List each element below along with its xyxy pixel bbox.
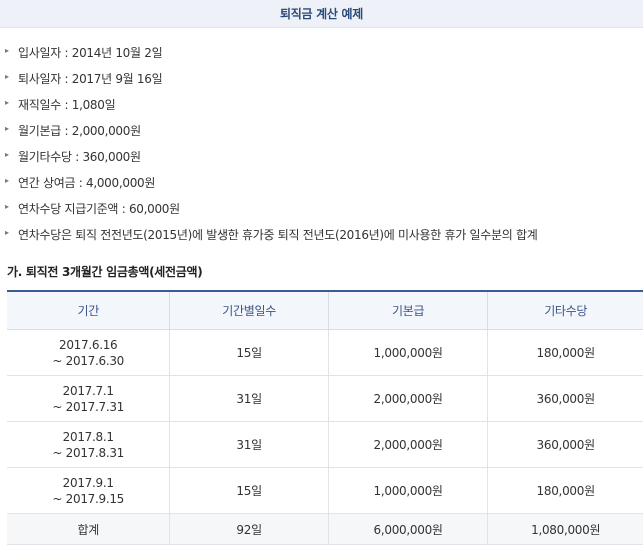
- info-item-monthly-extra: 월기타수당 : 360,000원: [4, 144, 643, 170]
- example-title-bar: 퇴직금 계산 예제: [0, 0, 643, 28]
- cell-period: 2017.9.1 ~ 2017.9.15: [7, 467, 171, 514]
- cell-base-pay: 2,000,000원: [327, 375, 489, 422]
- bullet-icon: [5, 75, 10, 80]
- info-item-leave-pay-note: 연차수당은 퇴직 전전년도(2015년)에 발생한 휴가중 퇴직 전년도(201…: [4, 222, 643, 248]
- bullet-icon: [5, 179, 10, 184]
- info-item-annual-bonus: 연간 상여금 : 4,000,000원: [4, 170, 643, 196]
- section-title: 가. 퇴직전 3개월간 임금총액(세전금액): [7, 265, 203, 279]
- info-item-monthly-base: 월기본급 : 2,000,000원: [4, 118, 643, 144]
- table-row: 2017.8.1 ~ 2017.8.31 31일 2,000,000원 360,0…: [7, 421, 643, 468]
- cell-days: 31일: [169, 421, 329, 468]
- table-row: 2017.7.1 ~ 2017.7.31 31일 2,000,000원 360,0…: [7, 375, 643, 422]
- cell-days: 15일: [169, 329, 329, 376]
- table-total-row: 합계 92일 6,000,000원 1,080,000원: [7, 513, 643, 545]
- info-item-hire-date: 입사일자 : 2014년 10월 2일: [4, 40, 643, 66]
- cell-period: 2017.7.1 ~ 2017.7.31: [7, 375, 171, 422]
- cell-extra-pay: 180,000원: [487, 467, 643, 514]
- cell-total-label: 합계: [7, 513, 171, 545]
- table-row: 2017.9.1 ~ 2017.9.15 15일 1,000,000원 180,0…: [7, 467, 643, 514]
- bullet-icon: [5, 101, 10, 106]
- header-period: 기간: [7, 291, 171, 330]
- cell-total-base-pay: 6,000,000원: [327, 513, 489, 545]
- cell-extra-pay: 360,000원: [487, 421, 643, 468]
- bullet-icon: [5, 49, 10, 54]
- cell-total-days: 92일: [169, 513, 329, 545]
- cell-days: 31일: [169, 375, 329, 422]
- wage-table: 기간 기간별일수 기본급 기타수당 2017.6.16 ~ 2017.6.30 1…: [7, 290, 643, 545]
- bullet-icon: [5, 231, 10, 236]
- cell-period: 2017.8.1 ~ 2017.8.31: [7, 421, 171, 468]
- cell-days: 15일: [169, 467, 329, 514]
- bullet-icon: [5, 153, 10, 158]
- page-title: 퇴직금 계산 예제: [280, 7, 363, 21]
- info-item-leave-pay-base: 연차수당 지급기준액 : 60,000원: [4, 196, 643, 222]
- info-list: 입사일자 : 2014년 10월 2일 퇴사일자 : 2017년 9월 16일 …: [0, 28, 643, 248]
- header-extra-pay: 기타수당: [487, 291, 643, 330]
- cell-extra-pay: 360,000원: [487, 375, 643, 422]
- bullet-icon: [5, 127, 10, 132]
- cell-period: 2017.6.16 ~ 2017.6.30: [7, 329, 171, 376]
- table-row: 2017.6.16 ~ 2017.6.30 15일 1,000,000원 180,…: [7, 329, 643, 376]
- cell-extra-pay: 180,000원: [487, 329, 643, 376]
- table-header-row: 기간 기간별일수 기본급 기타수당: [7, 291, 643, 330]
- header-base-pay: 기본급: [327, 291, 489, 330]
- bullet-icon: [5, 205, 10, 210]
- info-item-retire-date: 퇴사일자 : 2017년 9월 16일: [4, 66, 643, 92]
- cell-base-pay: 1,000,000원: [327, 329, 489, 376]
- header-days: 기간별일수: [169, 291, 329, 330]
- info-item-service-days: 재직일수 : 1,080일: [4, 92, 643, 118]
- cell-base-pay: 2,000,000원: [327, 421, 489, 468]
- cell-total-extra-pay: 1,080,000원: [487, 513, 643, 545]
- cell-base-pay: 1,000,000원: [327, 467, 489, 514]
